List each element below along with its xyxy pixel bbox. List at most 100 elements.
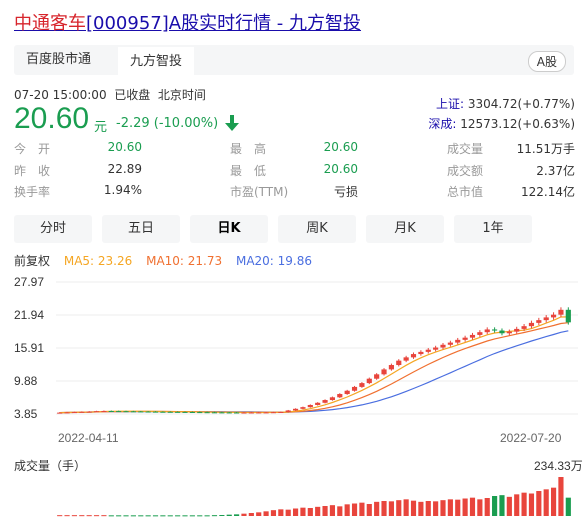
candle-body xyxy=(175,411,181,413)
candle-body xyxy=(374,374,380,379)
volume-bar xyxy=(344,504,350,516)
candle-body xyxy=(329,397,336,401)
candle-body xyxy=(506,331,512,334)
kline-chart[interactable]: 27.97 21.94 15.91 9.88 3.85 2022-04-11 2022-07… xyxy=(0,272,587,517)
volume-bar xyxy=(101,515,107,517)
period-tab-daily[interactable]: 日K xyxy=(190,215,268,243)
volume-bar xyxy=(79,515,85,517)
candle-body xyxy=(366,378,372,384)
candle-body xyxy=(447,342,453,345)
index-name[interactable]: 上证: xyxy=(436,97,464,111)
stat-value: 20.60 xyxy=(323,140,358,154)
stat-value: 2.37亿 xyxy=(536,164,575,178)
page-title-link[interactable]: 中通客车[000957]A股实时行情 - 九方智投 xyxy=(14,9,361,35)
period-tabs: 分时 五日 日K 周K 月K 1年 xyxy=(14,215,574,243)
candle-body xyxy=(455,339,461,343)
candle-body xyxy=(536,320,542,323)
volume-bar xyxy=(292,508,299,516)
y-tick-label: 21.94 xyxy=(14,308,44,322)
volume-max-label: 234.33万 xyxy=(534,459,583,473)
candle-body xyxy=(492,329,498,331)
candle-body xyxy=(543,317,549,321)
adjust-mode[interactable]: 前复权 xyxy=(14,254,50,268)
y-tick-label: 3.85 xyxy=(14,407,38,421)
candle-body xyxy=(197,412,203,414)
candle-body xyxy=(152,411,159,413)
volume-bar xyxy=(71,515,78,517)
ma10-value: MA10: 21.73 xyxy=(146,254,223,268)
candle-body xyxy=(263,412,269,414)
period-tab-monthly[interactable]: 月K xyxy=(366,215,444,243)
volume-bar xyxy=(167,515,173,517)
candle-body xyxy=(123,411,129,413)
stat-value: 122.14亿 xyxy=(521,185,575,199)
index-shanghai[interactable]: 上证: 3304.72(+0.77%) xyxy=(436,95,575,112)
volume-bar xyxy=(469,497,476,516)
volume-bar xyxy=(521,492,527,516)
volume-bar xyxy=(256,512,262,516)
period-tab-intraday[interactable]: 分时 xyxy=(14,215,92,243)
candle-body xyxy=(241,412,247,414)
volume-bar xyxy=(359,502,365,516)
candle-body xyxy=(101,410,107,412)
period-tab-5day[interactable]: 五日 xyxy=(102,215,180,243)
volume-bar xyxy=(337,506,343,516)
volume-bar xyxy=(506,496,512,516)
candle-body xyxy=(234,412,240,414)
period-tab-weekly[interactable]: 周K xyxy=(278,215,356,243)
candle-body xyxy=(528,322,535,327)
volume-bar xyxy=(278,509,284,516)
stock-name[interactable]: 中通客车 xyxy=(14,13,86,34)
candle-body xyxy=(270,412,277,414)
candle-body xyxy=(322,400,328,403)
volume-bar xyxy=(93,515,100,517)
ma5-line xyxy=(59,316,569,414)
volume-bar xyxy=(130,515,136,517)
volume-bar xyxy=(219,515,225,516)
index-name[interactable]: 深成: xyxy=(428,117,456,131)
volume-bar xyxy=(145,515,151,517)
period-tab-1year[interactable]: 1年 xyxy=(454,215,532,243)
volume-bar xyxy=(565,497,571,516)
volume-bar xyxy=(381,501,387,516)
candle-body xyxy=(108,410,114,412)
volume-bar xyxy=(270,510,277,516)
price-change: -2.29 (-10.00%) xyxy=(116,116,219,131)
stat-value: 11.51万手 xyxy=(516,142,575,156)
candle-body xyxy=(211,412,218,414)
candle-body xyxy=(79,411,85,413)
stat-value: 22.89 xyxy=(107,162,142,176)
candle-body xyxy=(410,354,417,358)
index-value: 3304.72(+0.77%) xyxy=(467,97,575,111)
candle-body xyxy=(64,412,70,414)
volume-bar xyxy=(484,498,490,516)
volume-bar xyxy=(410,500,417,516)
volume-bar xyxy=(248,513,254,516)
candle-body xyxy=(248,412,254,414)
volume-bar xyxy=(543,489,549,516)
stat-label: 昨 收 xyxy=(14,164,51,178)
arrow-down-icon xyxy=(225,115,239,131)
candle-body xyxy=(440,344,446,348)
index-shenzhen[interactable]: 深成: 12573.12(+0.63%) xyxy=(428,115,575,132)
x-tick-label: 2022-07-20 xyxy=(500,431,562,445)
volume-bar xyxy=(241,513,247,516)
volume-bar xyxy=(204,515,210,517)
stat-label: 最 低 xyxy=(230,164,267,178)
candle-body xyxy=(145,411,151,413)
x-tick-label: 2022-04-11 xyxy=(58,431,119,445)
market-badge[interactable]: A股 xyxy=(527,51,566,72)
candle-body xyxy=(337,394,343,398)
volume-bar xyxy=(197,515,203,517)
volume-bar xyxy=(138,515,144,517)
stat-value: 20.60 xyxy=(107,140,142,154)
candle-body xyxy=(462,337,468,340)
volume-bar xyxy=(366,504,372,516)
volume-bar xyxy=(558,477,564,516)
tab-baidu[interactable]: 百度股市通 xyxy=(14,45,103,75)
volume-bar xyxy=(123,515,129,517)
candle-body xyxy=(403,357,409,361)
index-value: 12573.12(+0.63%) xyxy=(460,117,575,131)
stock-code-title[interactable]: [000957]A股实时行情 - 九方智投 xyxy=(86,13,361,34)
tab-jiufang[interactable]: 九方智投 xyxy=(118,45,195,75)
